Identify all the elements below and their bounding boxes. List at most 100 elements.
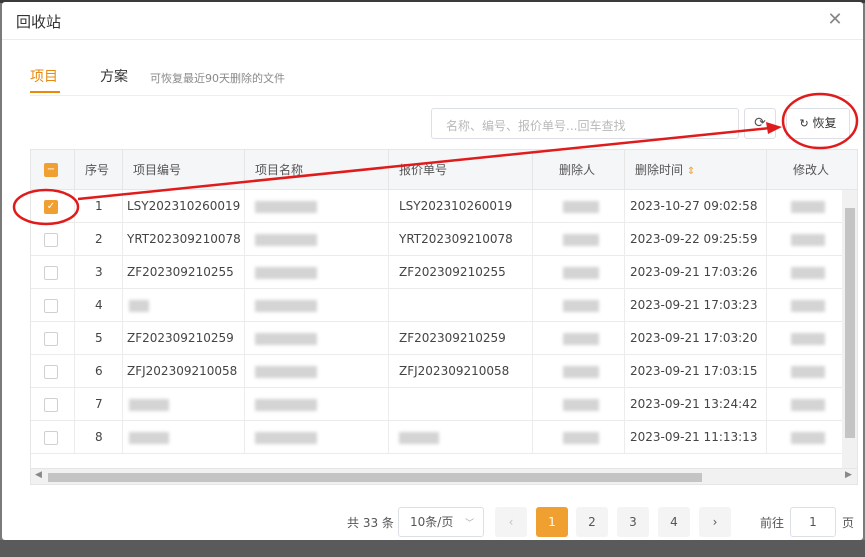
dialog-title: 回收站 bbox=[16, 13, 62, 31]
redacted-text bbox=[791, 300, 825, 312]
cell-deleted-at: 2023-09-21 11:13:13 bbox=[625, 421, 767, 454]
table-row[interactable]: 7 2023-09-21 13:24:42 bbox=[31, 388, 857, 421]
cell-index: 4 bbox=[75, 289, 123, 322]
col-header-deleted-at-label: 删除时间 bbox=[635, 163, 684, 177]
page-button-2[interactable]: 2 bbox=[576, 507, 608, 537]
cell-quote-no bbox=[389, 289, 533, 322]
cell-quote-no: ZFJ202309210058 bbox=[389, 355, 533, 388]
row-checkbox-cell bbox=[31, 289, 75, 322]
col-header-project-name: 项目名称 bbox=[245, 150, 389, 190]
col-header-quote-no: 报价单号 bbox=[389, 150, 533, 190]
cell-modified-by bbox=[767, 421, 842, 454]
prev-page-button[interactable]: ‹ bbox=[495, 507, 527, 537]
table-row[interactable]: 6 ZFJ202309210058 ZFJ202309210058 2023-09-2… bbox=[31, 355, 857, 388]
vertical-scrollbar[interactable] bbox=[842, 190, 857, 468]
row-checkbox[interactable] bbox=[44, 266, 58, 280]
row-checkbox[interactable] bbox=[44, 299, 58, 313]
header-checkbox-cell: − bbox=[31, 150, 75, 190]
cell-deleted-by bbox=[533, 355, 625, 388]
active-tab-indicator bbox=[30, 91, 60, 93]
scroll-right-icon[interactable]: ▶ bbox=[845, 470, 852, 480]
redacted-text bbox=[563, 300, 599, 312]
row-checkbox-cell bbox=[31, 421, 75, 454]
select-all-checkbox[interactable]: − bbox=[44, 163, 58, 177]
table-row[interactable]: 2 YRT202309210078 YRT202309210078 2023-09-2… bbox=[31, 223, 857, 256]
col-header-project-no: 项目编号 bbox=[123, 150, 245, 190]
cell-project-no: ZFJ202309210058 bbox=[123, 355, 245, 388]
next-page-button[interactable]: › bbox=[699, 507, 731, 537]
goto-page-input[interactable]: 1 bbox=[790, 507, 836, 537]
row-checkbox[interactable] bbox=[44, 332, 58, 346]
redacted-text bbox=[129, 432, 169, 444]
row-checkbox-cell bbox=[31, 355, 75, 388]
col-header-deleted-at[interactable]: 删除时间 ⇕ bbox=[625, 150, 767, 190]
table-row[interactable]: 5 ZF202309210259 ZF202309210259 2023-09-21 … bbox=[31, 322, 857, 355]
page-button-3[interactable]: 3 bbox=[617, 507, 649, 537]
col-header-deleted-by: 删除人 bbox=[533, 150, 625, 190]
tab-plan[interactable]: 方案 bbox=[100, 66, 128, 86]
cell-quote-no bbox=[389, 421, 533, 454]
redacted-text bbox=[563, 432, 599, 444]
cell-deleted-at: 2023-09-21 17:03:15 bbox=[625, 355, 767, 388]
redacted-text bbox=[563, 201, 599, 213]
vertical-scroll-thumb[interactable] bbox=[845, 208, 855, 438]
redacted-text bbox=[399, 432, 439, 444]
refresh-icon: ⟳ bbox=[754, 115, 766, 131]
row-checkbox[interactable] bbox=[44, 233, 58, 247]
cell-index: 3 bbox=[75, 256, 123, 289]
cell-deleted-by bbox=[533, 289, 625, 322]
redacted-text bbox=[791, 366, 825, 378]
cell-deleted-at: 2023-09-21 17:03:23 bbox=[625, 289, 767, 322]
recycle-bin-dialog: 回收站 ✕ 项目 方案 可恢复最近90天删除的文件 名称、编号、报价单号...回… bbox=[2, 2, 863, 540]
cell-project-no bbox=[123, 388, 245, 421]
redacted-text bbox=[255, 366, 317, 378]
refresh-button[interactable]: ⟳ bbox=[744, 108, 776, 139]
sort-icon[interactable]: ⇕ bbox=[687, 166, 695, 177]
row-checkbox[interactable] bbox=[44, 431, 58, 445]
redacted-text bbox=[255, 300, 317, 312]
cell-modified-by bbox=[767, 190, 842, 223]
row-checkbox[interactable] bbox=[44, 365, 58, 379]
cell-deleted-by bbox=[533, 223, 625, 256]
row-checkbox-cell bbox=[31, 256, 75, 289]
cell-deleted-at: 2023-09-21 17:03:26 bbox=[625, 256, 767, 289]
page-button-4[interactable]: 4 bbox=[658, 507, 690, 537]
redacted-text bbox=[129, 399, 169, 411]
search-input[interactable]: 名称、编号、报价单号...回车查找 bbox=[431, 108, 739, 139]
cell-project-name bbox=[245, 322, 389, 355]
redacted-text bbox=[255, 201, 317, 213]
pagination-total: 共 33 条 bbox=[347, 516, 394, 530]
cell-modified-by bbox=[767, 388, 842, 421]
cell-index: 2 bbox=[75, 223, 123, 256]
redacted-text bbox=[255, 267, 317, 279]
redacted-text bbox=[255, 399, 317, 411]
restore-icon: ↻ bbox=[799, 117, 809, 130]
cell-deleted-at: 2023-10-27 09:02:58 bbox=[625, 190, 767, 223]
scroll-left-icon[interactable]: ◀ bbox=[35, 470, 42, 480]
pagination: 共 33 条 10条/页 ﹀ ‹ 1 2 3 4 › 前往 1 页 bbox=[2, 507, 863, 539]
cell-modified-by bbox=[767, 223, 842, 256]
table-row[interactable]: 4 2023-09-21 17:03:23 bbox=[31, 289, 857, 322]
table-row[interactable]: ✓ 1 LSY202310260019 LSY202310260019 2023-10-… bbox=[31, 190, 857, 223]
goto-unit: 页 bbox=[842, 516, 855, 530]
row-checkbox-cell bbox=[31, 388, 75, 421]
redacted-text bbox=[791, 234, 825, 246]
tab-project[interactable]: 项目 bbox=[30, 66, 58, 86]
cell-project-name bbox=[245, 388, 389, 421]
page-button-1[interactable]: 1 bbox=[536, 507, 568, 537]
row-checkbox[interactable] bbox=[44, 398, 58, 412]
row-checkbox[interactable]: ✓ bbox=[44, 200, 58, 214]
cell-project-no: LSY202310260019 bbox=[123, 190, 245, 223]
table-row[interactable]: 3 ZF202309210255 ZF202309210255 2023-09-21 … bbox=[31, 256, 857, 289]
restore-button[interactable]: ↻ 恢复 bbox=[786, 108, 850, 139]
table-row[interactable]: 8 2023-09-21 11:13:13 bbox=[31, 421, 857, 454]
cell-index: 6 bbox=[75, 355, 123, 388]
page-size-select[interactable]: 10条/页 ﹀ bbox=[398, 507, 484, 537]
horizontal-scroll-thumb[interactable] bbox=[48, 473, 702, 482]
close-icon[interactable]: ✕ bbox=[826, 11, 844, 29]
cell-quote-no: YRT202309210078 bbox=[389, 223, 533, 256]
redacted-text bbox=[791, 267, 825, 279]
horizontal-scrollbar[interactable]: ◀ ▶ bbox=[31, 468, 857, 484]
cell-modified-by bbox=[767, 322, 842, 355]
col-header-modified-by: 修改人 bbox=[793, 163, 830, 177]
